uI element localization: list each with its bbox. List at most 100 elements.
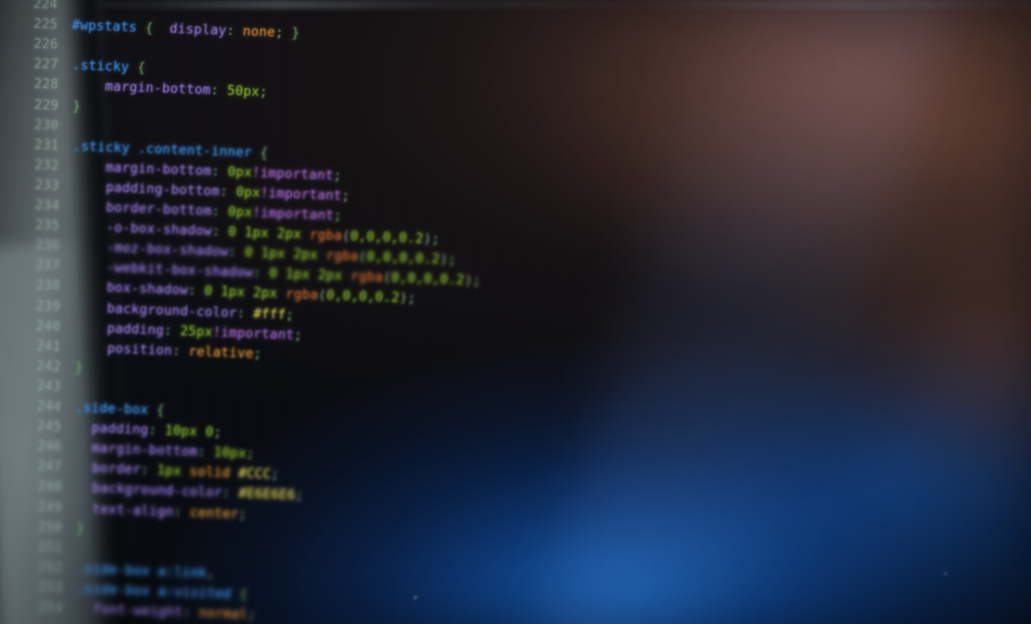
code-token: : xyxy=(225,23,244,40)
code-token: position xyxy=(106,341,173,359)
code-line[interactable]: 242} xyxy=(6,356,83,379)
code-token: { xyxy=(136,60,146,77)
code-token: 0px xyxy=(235,185,261,201)
code-token: ; xyxy=(247,607,257,624)
code-line-content[interactable]: margin-bottom: 50px; xyxy=(72,77,269,104)
code-token: relative xyxy=(188,344,255,362)
code-token: : xyxy=(173,504,191,521)
code-token: { xyxy=(259,145,269,162)
code-token: -moz-box-shadow xyxy=(105,240,229,261)
code-line-content[interactable]: } xyxy=(72,97,81,117)
line-number: 232 xyxy=(34,157,60,174)
line-number: 226 xyxy=(33,37,59,53)
code-token: 0 1px 2px xyxy=(203,284,278,303)
line-number: 244 xyxy=(36,399,62,416)
code-token: ; xyxy=(270,467,280,484)
code-token: display xyxy=(169,21,227,39)
line-number: 246 xyxy=(36,439,62,456)
line-number: 254 xyxy=(37,600,64,617)
code-token: : xyxy=(148,423,166,439)
code-line-content[interactable]: #wpstats { display: none; } xyxy=(71,16,300,44)
code-token: } xyxy=(291,26,301,42)
line-number: 240 xyxy=(35,318,61,335)
code-token: -webkit-box-shadow xyxy=(105,260,254,282)
code-line-content[interactable]: .sticky { xyxy=(72,57,146,80)
line-number: 253 xyxy=(37,580,64,597)
code-token: 0px xyxy=(227,204,253,221)
line-number: 243 xyxy=(36,379,62,395)
code-line[interactable]: 243 xyxy=(6,376,75,398)
code-token: : xyxy=(211,204,229,220)
code-token: } xyxy=(72,98,82,115)
code-token: !important xyxy=(259,185,343,204)
code-token: : xyxy=(236,305,254,322)
code-token: border-bottom xyxy=(105,200,213,220)
code-token: background-color xyxy=(106,301,238,321)
code-line[interactable]: 250} xyxy=(7,517,84,540)
code-token: ; xyxy=(472,274,482,290)
code-token: -o-box-shadow xyxy=(105,220,213,240)
code-token: 0,0,0,0.2 xyxy=(325,288,400,307)
code-token: 10px xyxy=(213,445,247,462)
code-token: : xyxy=(221,486,239,502)
code-token: 0,0,0,0.2 xyxy=(390,271,465,289)
code-token: .side-box xyxy=(74,400,149,419)
line-number: 230 xyxy=(33,117,60,134)
code-token: padding xyxy=(91,421,149,439)
code-line-content[interactable]: } xyxy=(74,358,83,378)
code-editor-text-area[interactable]: 224 225 #wpstats { display: none; } 226 227.… xyxy=(0,0,700,624)
code-token: .sticky xyxy=(71,58,130,76)
code-token: { xyxy=(238,587,248,603)
line-number: 229 xyxy=(33,97,60,114)
code-token: : xyxy=(196,445,215,461)
code-token: : xyxy=(210,83,228,100)
code-token: : xyxy=(219,184,237,201)
code-token: 25px xyxy=(179,323,214,341)
line-number: 245 xyxy=(36,419,62,436)
line-number: 247 xyxy=(36,459,63,476)
code-token: ; xyxy=(431,232,441,248)
code-token: margin-bottom xyxy=(91,441,198,461)
line-number: 241 xyxy=(35,338,62,355)
line-number: 238 xyxy=(35,278,61,295)
line-number: 251 xyxy=(37,540,63,556)
code-token: text-align xyxy=(91,501,175,520)
code-token: ; xyxy=(213,425,223,441)
code-line[interactable]: 229} xyxy=(4,94,81,117)
code-token: solid xyxy=(189,465,231,482)
code-token: none xyxy=(242,24,276,41)
code-token: ; xyxy=(294,488,305,505)
line-number: 231 xyxy=(34,137,60,154)
code-token: padding-bottom xyxy=(105,180,221,200)
code-token: 10px 0 xyxy=(164,423,215,441)
line-number: 233 xyxy=(34,177,60,194)
code-line[interactable]: 230 xyxy=(4,115,73,137)
code-token: : xyxy=(211,224,229,241)
line-number: 237 xyxy=(35,258,61,275)
code-line-content[interactable]: } xyxy=(75,519,85,539)
line-number: 236 xyxy=(34,238,61,255)
code-line[interactable]: 226 xyxy=(3,34,72,56)
code-token: margin-bottom xyxy=(105,160,212,180)
line-number: 248 xyxy=(36,479,63,496)
code-token: } xyxy=(74,360,84,376)
code-token: #E6E6E6 xyxy=(238,486,296,504)
code-token: .side-box a:link xyxy=(75,561,208,582)
code-token: ; xyxy=(245,446,255,463)
code-token: : xyxy=(140,463,158,479)
code-token: ; xyxy=(332,168,343,184)
code-token: ; xyxy=(238,507,248,523)
code-token: : xyxy=(210,164,229,180)
line-number: 225 xyxy=(33,16,59,33)
line-number: 242 xyxy=(35,358,62,375)
code-line[interactable]: 251 xyxy=(8,537,77,559)
code-token: #CCC xyxy=(237,466,272,483)
